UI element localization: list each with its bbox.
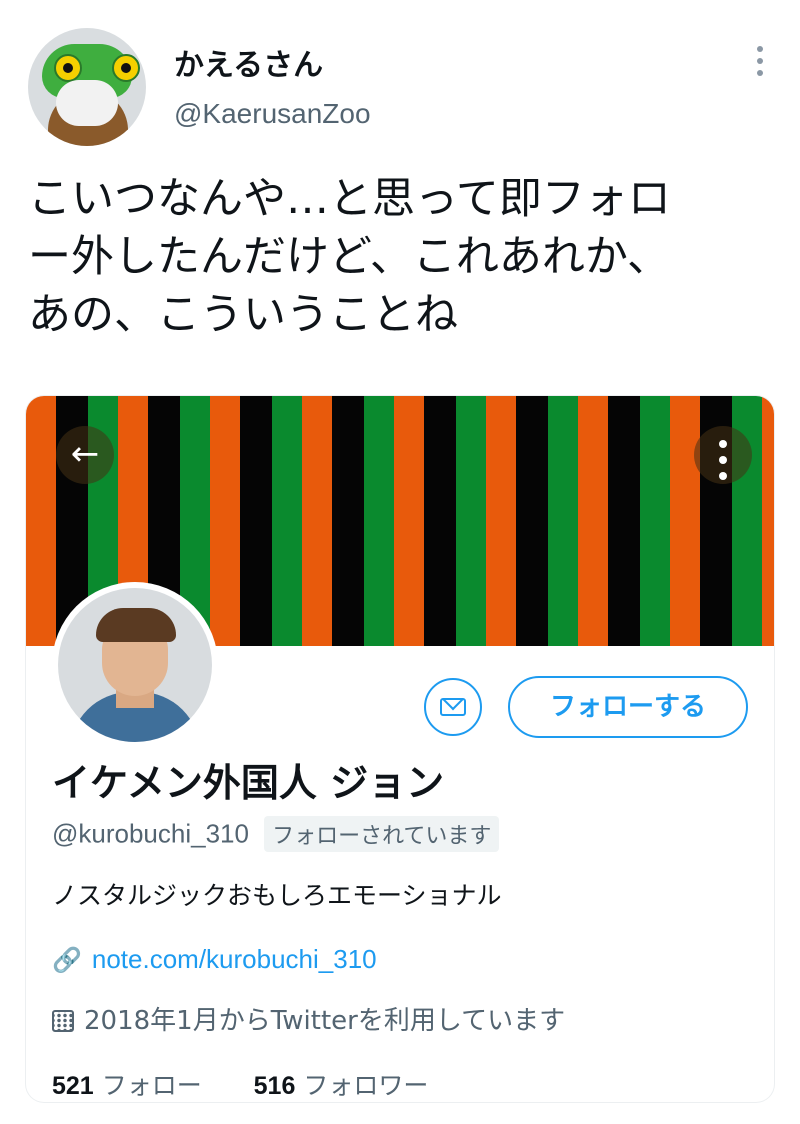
back-arrow-icon[interactable]: ←: [56, 426, 114, 484]
joined-date-text: 2018年1月からTwitterを利用しています: [84, 1006, 566, 1036]
author-display-name[interactable]: かえるさん: [174, 40, 323, 84]
more-options-icon[interactable]: [694, 426, 752, 484]
mail-icon: [440, 698, 466, 716]
followers-stat[interactable]: 516 フォロワー: [254, 1071, 429, 1100]
joined-date-row: 2018年1月からTwitterを利用しています: [52, 1000, 565, 1037]
more-options-icon[interactable]: [756, 46, 764, 82]
tweet-header: かえるさん @KaerusanZoo: [28, 28, 772, 148]
author-avatar[interactable]: [28, 28, 146, 146]
follow-stats: 521 フォロー 516 フォロワー: [52, 1066, 428, 1102]
avatar-hair: [96, 608, 176, 642]
profile-display-name: イケメン外国人 ジョン: [52, 761, 445, 805]
profile-handle: @kurobuchi_310: [52, 818, 249, 849]
calendar-icon: [52, 1010, 74, 1032]
tweet-text-line: こいつなんや…と思って即フォロ: [28, 174, 671, 224]
follow-button[interactable]: フォローする: [508, 676, 748, 738]
profile-link-row[interactable]: 🔗 note.com/kurobuchi_310: [52, 944, 377, 975]
tweet-text-line: ー外したんだけど、これあれか、: [28, 232, 670, 282]
message-button[interactable]: [424, 678, 482, 736]
profile-link[interactable]: note.com/kurobuchi_310: [92, 944, 377, 974]
profile-handle-row: @kurobuchi_310 フォローされています: [52, 816, 500, 852]
tweet-text-line: あの、こういうことね: [28, 290, 458, 340]
avatar-face: [56, 80, 118, 126]
frog-eye-left: [54, 54, 82, 82]
profile-bio: ノスタルジックおもしろエモーショナル: [52, 881, 502, 910]
link-icon: 🔗: [52, 947, 82, 974]
author-handle[interactable]: @KaerusanZoo: [174, 98, 371, 130]
following-stat[interactable]: 521 フォロー: [52, 1071, 202, 1100]
follows-you-badge: フォローされています: [264, 816, 500, 852]
profile-avatar[interactable]: [52, 582, 218, 748]
tweet-text: こいつなんや…と思って即フォロ ー外したんだけど、これあれか、 あの、こういうこ…: [28, 170, 772, 344]
frog-eye-right: [112, 54, 140, 82]
embedded-profile-screenshot[interactable]: ← フォローする イケメン外国人 ジョン @kurobuchi_310 フォロー…: [26, 396, 774, 1102]
